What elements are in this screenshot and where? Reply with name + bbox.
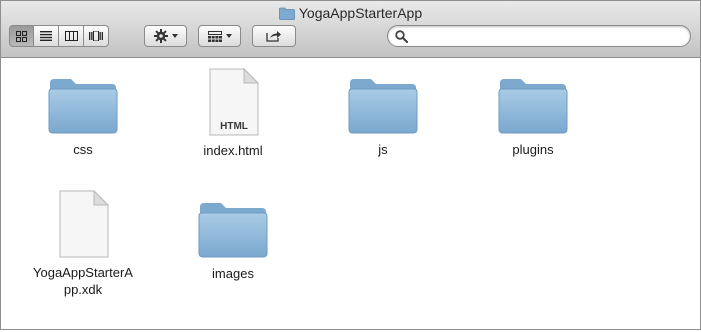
coverflow-icon [89,31,103,41]
list-view-button[interactable] [34,25,59,47]
view-mode-segment [9,25,109,47]
folder-icon [48,79,118,134]
list-icon [40,31,52,41]
window-title-text: YogaAppStarterApp [298,5,423,21]
gear-icon [153,29,168,43]
file-name: index.html [203,143,263,158]
share-button[interactable] [252,25,296,47]
file-item-index-html[interactable]: HTML index.html [173,67,293,159]
columns-icon [64,31,78,41]
file-name: images [212,266,254,281]
html-badge: HTML [220,121,248,132]
search-input[interactable] [412,28,686,46]
toolbar: YogaAppStarterApp [1,1,700,58]
icon-view-button[interactable] [9,25,34,47]
chevron-down-icon [171,34,178,38]
coverflow-view-button[interactable] [84,25,109,47]
folder-icon [498,79,568,134]
file-item-xdk[interactable]: YogaAppStarterApp.xdk [23,189,143,298]
folder-icon [278,6,295,24]
file-item-images[interactable]: images [173,197,293,282]
grid-icon [16,30,27,42]
file-name: plugins [512,142,554,157]
finder-window: YogaAppStarterApp css HTML index.html js… [0,0,701,330]
file-name: css [73,142,93,157]
folder-icon [348,79,418,134]
file-name: js [378,142,388,157]
window-title: YogaAppStarterApp [1,4,700,22]
search-icon [395,30,408,43]
chevron-down-icon [225,34,232,38]
action-button[interactable] [144,25,187,47]
share-icon [266,31,281,42]
folder-icon [198,203,268,258]
file-item-css[interactable]: css [23,73,143,158]
file-name: YogaAppStarterApp.xdk [33,265,133,297]
document-icon [59,189,110,258]
html-document-icon: HTML [209,67,260,136]
file-item-plugins[interactable]: plugins [473,73,593,158]
search-field[interactable] [387,25,691,47]
file-item-js[interactable]: js [323,73,443,158]
arrange-button[interactable] [198,25,241,47]
arrange-icon [207,30,222,42]
column-view-button[interactable] [59,25,84,47]
